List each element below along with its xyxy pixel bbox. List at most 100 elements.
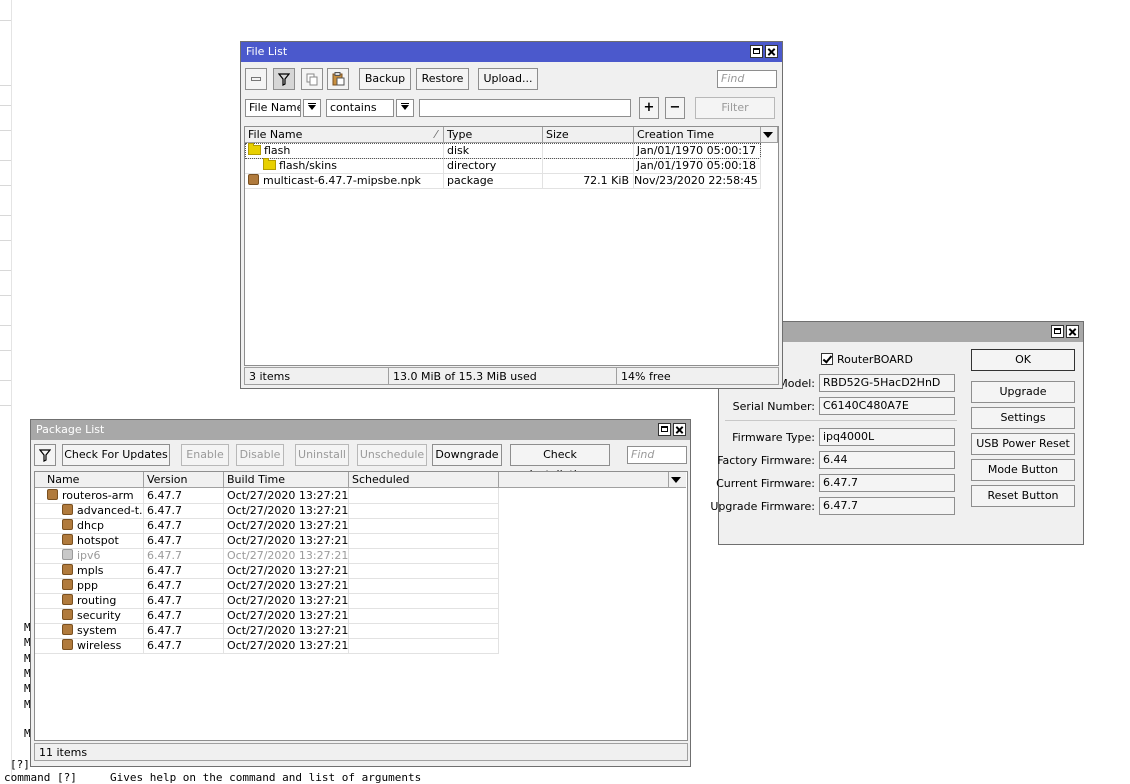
table-row[interactable]: system 6.47.7 Oct/27/2020 13:27:21 bbox=[35, 623, 499, 639]
factory-firmware-label: Factory Firmware: bbox=[717, 454, 815, 467]
backup-button[interactable]: Backup bbox=[359, 68, 411, 90]
table-row[interactable]: security 6.47.7 Oct/27/2020 13:27:21 bbox=[35, 608, 499, 624]
table-row[interactable]: multicast-6.47.7-mipsbe.npk package 72.1… bbox=[245, 173, 761, 189]
package-icon bbox=[62, 564, 73, 575]
chevron-down-icon bbox=[763, 132, 773, 138]
table-row[interactable]: wireless 6.47.7 Oct/27/2020 13:27:21 bbox=[35, 638, 499, 654]
status-bar: 11 items bbox=[34, 743, 688, 761]
status-usage: 13.0 MiB of 15.3 MiB used bbox=[388, 367, 616, 385]
firmware-type-field[interactable]: ipq4000L bbox=[819, 428, 955, 446]
filter-field-select[interactable]: File Name bbox=[245, 99, 301, 117]
file-list-titlebar[interactable]: File List bbox=[241, 42, 782, 62]
terminal-line: command [?] Gives help on the command an… bbox=[4, 771, 422, 784]
upgrade-firmware-field[interactable]: 6.47.7 bbox=[819, 497, 955, 515]
package-icon bbox=[47, 489, 58, 500]
background-scroll-strip bbox=[0, 0, 12, 777]
package-icon bbox=[62, 534, 73, 545]
column-header-creation-time[interactable]: Creation Time bbox=[634, 127, 761, 142]
restore-button[interactable]: Restore bbox=[416, 68, 469, 90]
find-input[interactable]: Find bbox=[627, 446, 687, 464]
usb-power-reset-button[interactable]: USB Power Reset bbox=[971, 433, 1075, 455]
copy-button[interactable] bbox=[301, 68, 323, 90]
status-item-count: 3 items bbox=[244, 367, 388, 385]
file-list-window: File List Backup Restore Upload... Find … bbox=[240, 41, 783, 389]
status-bar: 3 items 13.0 MiB of 15.3 MiB used 14% fr… bbox=[244, 367, 779, 385]
column-chooser[interactable] bbox=[669, 472, 686, 487]
table-row[interactable]: flash disk Jan/01/1970 05:00:17 bbox=[245, 143, 761, 159]
column-header-size[interactable]: Size bbox=[543, 127, 634, 142]
check-for-updates-button[interactable]: Check For Updates bbox=[62, 444, 170, 466]
filter-toggle-button[interactable] bbox=[273, 68, 295, 90]
table-row[interactable]: routing 6.47.7 Oct/27/2020 13:27:21 bbox=[35, 593, 499, 609]
table-row[interactable]: dhcp 6.47.7 Oct/27/2020 13:27:21 bbox=[35, 518, 499, 534]
table-row[interactable]: ppp 6.47.7 Oct/27/2020 13:27:21 bbox=[35, 578, 499, 594]
serial-number-field[interactable]: C6140C480A7E bbox=[819, 397, 955, 415]
package-icon bbox=[62, 609, 73, 620]
column-header-name[interactable]: Name bbox=[35, 472, 144, 487]
factory-firmware-field[interactable]: 6.44 bbox=[819, 451, 955, 469]
current-firmware-field[interactable]: 6.47.7 bbox=[819, 474, 955, 492]
ok-button[interactable]: OK bbox=[971, 349, 1075, 371]
column-header-file-name[interactable]: File Name ⁄ bbox=[245, 127, 444, 142]
upgrade-firmware-label: Upgrade Firmware: bbox=[710, 500, 815, 513]
reset-button-button[interactable]: Reset Button bbox=[971, 485, 1075, 507]
package-icon bbox=[62, 519, 73, 530]
package-icon bbox=[62, 639, 73, 650]
table-header: File Name ⁄ Type Size Creation Time bbox=[245, 127, 778, 143]
table-row[interactable]: ipv6 6.47.7 Oct/27/2020 13:27:21 bbox=[35, 548, 499, 564]
copy-icon bbox=[306, 73, 317, 85]
unschedule-button[interactable]: Unschedule bbox=[357, 444, 427, 466]
table-row[interactable]: advanced-t... 6.47.7 Oct/27/2020 13:27:21 bbox=[35, 503, 499, 519]
chevron-down-icon[interactable] bbox=[303, 99, 321, 117]
terminal-line: [?] bbox=[10, 758, 30, 771]
table-row[interactable]: flash/skins directory Jan/01/1970 05:00:… bbox=[245, 158, 761, 174]
column-header-scheduled[interactable]: Scheduled bbox=[349, 472, 499, 487]
downgrade-button[interactable]: Downgrade bbox=[432, 444, 502, 466]
table-row[interactable]: hotspot 6.47.7 Oct/27/2020 13:27:21 bbox=[35, 533, 499, 549]
package-icon bbox=[248, 174, 259, 185]
maximize-icon[interactable] bbox=[1051, 325, 1064, 338]
check-installation-button[interactable]: Check Installation bbox=[510, 444, 610, 481]
enable-button[interactable]: Enable bbox=[181, 444, 229, 466]
table-row[interactable]: mpls 6.47.7 Oct/27/2020 13:27:21 bbox=[35, 563, 499, 579]
table-header: Name Version Build Time Scheduled bbox=[35, 472, 686, 488]
model-label: Model: bbox=[778, 377, 815, 390]
close-icon[interactable] bbox=[673, 423, 686, 436]
mode-button-button[interactable]: Mode Button bbox=[971, 459, 1075, 481]
column-header-type[interactable]: Type bbox=[444, 127, 543, 142]
filter-value-input[interactable] bbox=[419, 99, 631, 117]
remove-button[interactable] bbox=[245, 68, 267, 90]
filter-toggle-button[interactable] bbox=[34, 444, 56, 466]
package-list-window: Package List Check For Updates Enable Di… bbox=[30, 419, 691, 767]
close-icon[interactable] bbox=[765, 45, 778, 58]
add-filter-button[interactable]: + bbox=[639, 97, 659, 119]
table-row[interactable]: routeros-arm 6.47.7 Oct/27/2020 13:27:21 bbox=[35, 488, 499, 504]
settings-button[interactable]: Settings bbox=[971, 407, 1075, 429]
find-input[interactable]: Find bbox=[717, 70, 777, 88]
filter-operator-select[interactable]: contains bbox=[326, 99, 394, 117]
column-header-version[interactable]: Version bbox=[144, 472, 224, 487]
routerboard-checkbox[interactable] bbox=[821, 353, 833, 365]
model-field[interactable]: RBD52G-5HacD2HnD bbox=[819, 374, 955, 392]
uninstall-button[interactable]: Uninstall bbox=[295, 444, 349, 466]
disable-button[interactable]: Disable bbox=[236, 444, 284, 466]
filter-button[interactable]: Filter bbox=[695, 97, 775, 119]
close-icon[interactable] bbox=[1066, 325, 1079, 338]
paste-button[interactable] bbox=[327, 68, 349, 90]
column-chooser[interactable] bbox=[761, 127, 778, 142]
funnel-icon bbox=[278, 72, 290, 86]
column-header-build-time[interactable]: Build Time bbox=[224, 472, 349, 487]
remove-filter-button[interactable]: − bbox=[665, 97, 685, 119]
current-firmware-label: Current Firmware: bbox=[716, 477, 815, 490]
minus-icon bbox=[251, 77, 261, 81]
folder-icon bbox=[248, 143, 261, 155]
column-header-empty bbox=[499, 472, 669, 487]
maximize-icon[interactable] bbox=[750, 45, 763, 58]
package-list-title: Package List bbox=[36, 423, 105, 436]
package-icon bbox=[62, 579, 73, 590]
upgrade-button[interactable]: Upgrade bbox=[971, 381, 1075, 403]
maximize-icon[interactable] bbox=[658, 423, 671, 436]
chevron-down-icon[interactable] bbox=[396, 99, 414, 117]
package-list-titlebar[interactable]: Package List bbox=[31, 420, 690, 440]
upload-button[interactable]: Upload... bbox=[478, 68, 538, 90]
